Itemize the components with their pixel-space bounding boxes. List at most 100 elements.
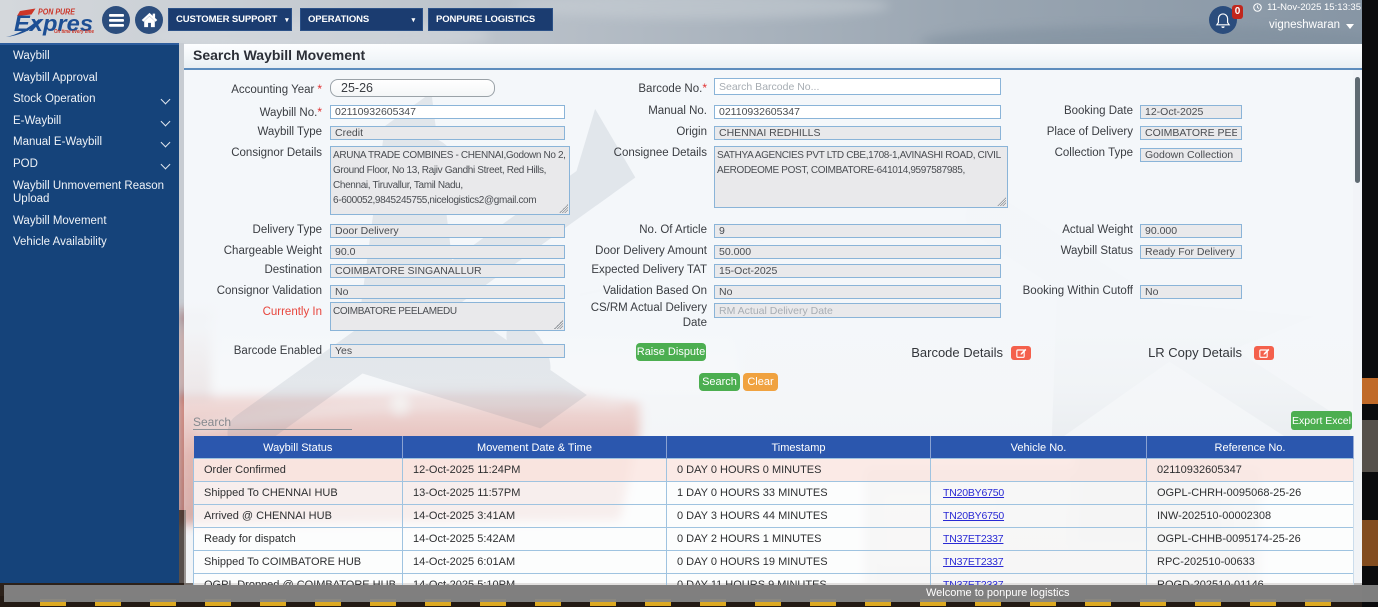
- resize-handle[interactable]: [997, 197, 1006, 206]
- sidebar-nav: Waybill Waybill Approval Stock Operation E-…: [0, 43, 179, 583]
- consignor-details-textarea[interactable]: ARUNA TRADE COMBINES - CHENNAI,Godown No…: [330, 145, 570, 215]
- nav-button-customer-support[interactable]: CUSTOMER SUPPORT ▾: [168, 8, 292, 31]
- sidebar-item-waybill[interactable]: Waybill: [0, 46, 179, 68]
- consignee-details-label: Consignee Details: [537, 147, 707, 159]
- cell-status: Order Confirmed: [193, 458, 403, 482]
- cell-reference: 02110932605347: [1146, 458, 1354, 482]
- table-header-row: Waybill Status Movement Date & Time Timest…: [193, 436, 1354, 459]
- actual-weight-input[interactable]: [1140, 223, 1242, 238]
- clock-icon: [1253, 3, 1262, 12]
- sidebar-item-manual-e-waybill[interactable]: Manual E-Waybill: [0, 132, 179, 154]
- expected-delivery-tat-input[interactable]: [714, 264, 1001, 278]
- cell-status: Ready for dispatch: [193, 527, 403, 551]
- barcode-enabled-label-text: Barcode Enabled: [233, 345, 322, 357]
- place-of-delivery-input[interactable]: [1140, 126, 1242, 140]
- barcode-details-label: Barcode Details: [911, 345, 1003, 360]
- cell-datetime: 14-Oct-2025 5:10PM: [402, 573, 667, 585]
- chevron-down-icon: [160, 159, 171, 170]
- accounting-year-select[interactable]: [330, 79, 495, 97]
- raise-dispute-button[interactable]: Raise Dispute: [636, 343, 706, 361]
- export-excel-button[interactable]: Export Excel: [1291, 411, 1352, 430]
- consignor-details-label-text: Consignor Details: [231, 147, 322, 159]
- sidebar-item-stock-operation[interactable]: Stock Operation: [0, 89, 179, 111]
- sidebar-item-waybill-movement[interactable]: Waybill Movement: [0, 211, 179, 233]
- delivery-type-label-text: Delivery Type: [252, 224, 322, 236]
- page-title: Search Waybill Movement: [193, 47, 366, 63]
- sidebar-item-label: Manual E-Waybill: [13, 136, 103, 149]
- waybill-status-input[interactable]: [1140, 244, 1242, 259]
- vehicle-link[interactable]: TN20BY6750: [943, 487, 1004, 499]
- bell-icon: [1215, 12, 1231, 28]
- movement-search-input[interactable]: [193, 414, 352, 430]
- ponpure-express-logo[interactable]: PON PURE Expres On time every time: [2, 1, 112, 41]
- datetime-text: 11-Nov-2025 15:13:35: [1267, 2, 1361, 13]
- resize-handle[interactable]: [559, 203, 568, 213]
- header-datetime: 11-Nov-2025 15:13:35: [1253, 2, 1361, 13]
- column-header-movement-date-time[interactable]: Movement Date & Time: [402, 436, 667, 459]
- cell-datetime: 14-Oct-2025 3:41AM: [402, 504, 667, 528]
- menu-button[interactable]: [102, 6, 130, 34]
- search-button[interactable]: Search: [699, 373, 740, 391]
- movement-table: Waybill Status Movement Date & Time Timest…: [193, 436, 1354, 585]
- nav-button-operations[interactable]: OPERATIONS ▾: [300, 8, 423, 31]
- column-header-vehicle-no-[interactable]: Vehicle No.: [930, 436, 1147, 459]
- vehicle-link[interactable]: TN37ET2337: [943, 556, 1004, 568]
- cs-rm-actual-delivery-date-input[interactable]: [714, 303, 1001, 318]
- scrollbar-thumb[interactable]: [1355, 77, 1360, 183]
- cs-rm-label-line2: Date: [682, 317, 707, 329]
- home-icon: [141, 12, 157, 28]
- sidebar-item-vehicle-availability[interactable]: Vehicle Availability: [0, 232, 179, 254]
- sidebar-item-waybill-approval[interactable]: Waybill Approval: [0, 68, 179, 90]
- column-header-timestamp[interactable]: Timestamp: [666, 436, 931, 459]
- barcode-enabled-input[interactable]: [330, 344, 565, 358]
- door-delivery-amount-label: Door Delivery Amount: [537, 245, 707, 257]
- lr-copy-details-button[interactable]: [1254, 346, 1274, 360]
- consignor-validation-input[interactable]: [330, 285, 565, 299]
- movement-row: Shipped To COIMBATORE HUB 14-Oct-2025 6:0…: [193, 550, 1354, 574]
- chargeable-weight-input[interactable]: [330, 244, 565, 259]
- clear-button[interactable]: Clear: [743, 373, 778, 391]
- sidebar-item-e-waybill[interactable]: E-Waybill: [0, 111, 179, 133]
- cell-timestamp: 0 DAY 0 HOURS 19 MINUTES: [666, 550, 931, 574]
- origin-label-text: Origin: [676, 126, 707, 138]
- destination-label: Destination: [184, 264, 322, 276]
- booking-date-label-text: Booking Date: [1063, 105, 1133, 117]
- waybill-no-label-text: Waybill No.: [259, 107, 318, 119]
- panel-title-bar: Search Waybill Movement: [184, 44, 1362, 70]
- nav-button-ponpure-logistics[interactable]: PONPURE LOGISTICS: [428, 8, 553, 31]
- delivery-type-input[interactable]: [330, 223, 565, 238]
- cell-vehicle: TN37ET2337: [930, 550, 1147, 574]
- hamburger-icon: [108, 13, 124, 27]
- booking-within-cutoff-input[interactable]: [1140, 285, 1242, 299]
- cell-datetime: 14-Oct-2025 5:42AM: [402, 527, 667, 551]
- barcode-details-button[interactable]: [1011, 346, 1031, 360]
- destination-input[interactable]: [330, 264, 565, 278]
- vehicle-link[interactable]: TN37ET2337: [943, 533, 1004, 545]
- waybill-no-input[interactable]: [330, 105, 565, 119]
- currently-in-label-text: Currently In: [262, 306, 322, 318]
- vehicle-link[interactable]: TN20BY6750: [943, 510, 1004, 522]
- user-menu[interactable]: vigneshwaran: [1269, 19, 1354, 31]
- cell-status: Shipped To CHENNAI HUB: [193, 481, 403, 505]
- collection-type-input[interactable]: [1140, 147, 1242, 162]
- svg-text:On time every time: On time every time: [54, 29, 94, 35]
- manual-no-label: Manual No.: [537, 105, 707, 117]
- column-header-reference-no-[interactable]: Reference No.: [1146, 436, 1354, 459]
- cell-timestamp: 0 DAY 11 HOURS 9 MINUTES: [666, 573, 931, 585]
- cell-reference: RPC-202510-00633: [1146, 550, 1354, 574]
- home-button[interactable]: [135, 6, 163, 34]
- sidebar-item-pod[interactable]: POD: [0, 154, 179, 176]
- scrollbar-track[interactable]: [1353, 70, 1362, 585]
- booking-date-input[interactable]: [1140, 105, 1242, 119]
- sidebar-item-waybill-unmovement-reason-upload[interactable]: Waybill Unmovement Reason Upload: [0, 176, 179, 211]
- barcode-no-input[interactable]: [714, 78, 1001, 95]
- cell-reference: INW-202510-00002308: [1146, 504, 1354, 528]
- waybill-type-label-text: Waybill Type: [257, 126, 322, 138]
- currently-in-textarea[interactable]: COIMBATORE PEELAMEDU: [330, 302, 565, 331]
- waybill-type-input[interactable]: [330, 126, 565, 140]
- sidebar-item-label: Stock Operation: [13, 93, 96, 106]
- validation-based-on-label-text: Validation Based On: [603, 285, 707, 297]
- column-header-waybill-status[interactable]: Waybill Status: [193, 436, 403, 459]
- waybill-no-label: Waybill No.*: [184, 105, 322, 119]
- accounting-year-label: Accounting Year *: [184, 82, 322, 96]
